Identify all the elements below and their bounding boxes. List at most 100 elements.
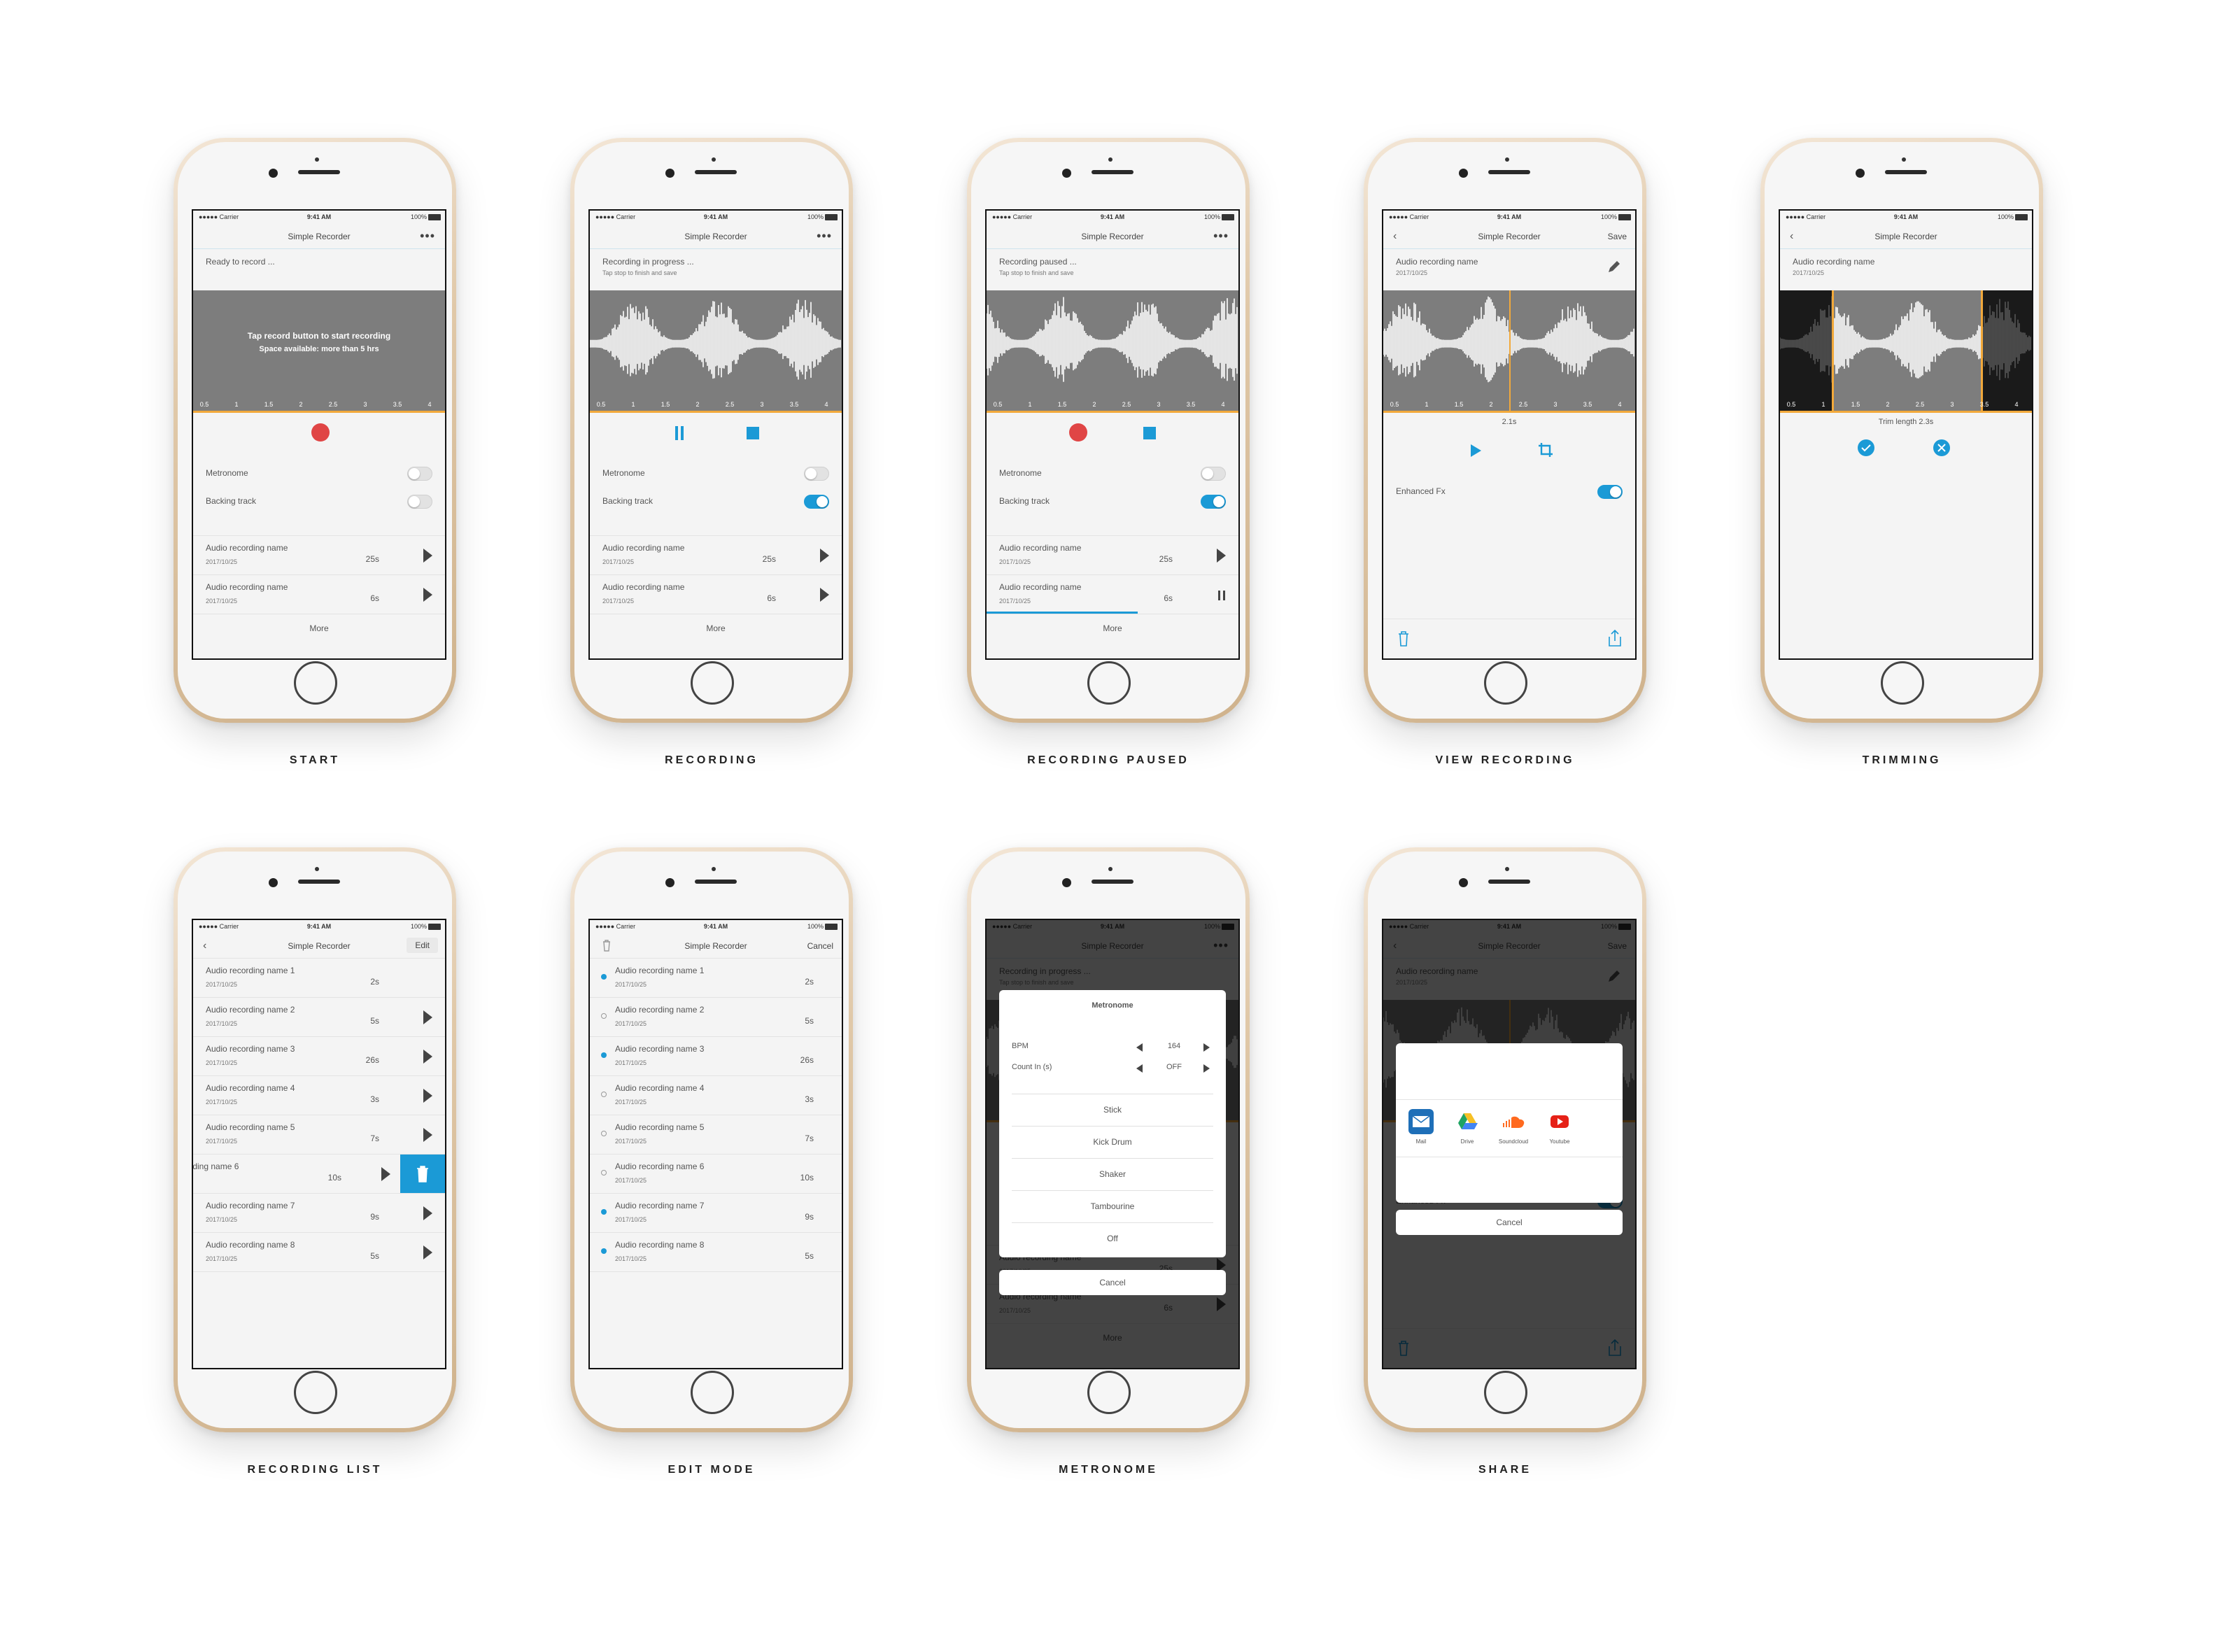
share-target-soundcloud[interactable]: Soundcloud bbox=[1495, 1109, 1532, 1145]
cancel-x-icon[interactable] bbox=[1933, 439, 1951, 460]
backing-track-toggle[interactable] bbox=[1201, 495, 1226, 509]
pencil-icon[interactable] bbox=[1606, 258, 1623, 278]
count-in-decrease-arrow[interactable] bbox=[1136, 1064, 1143, 1073]
waveform-panel[interactable]: 0.5 1 1.5 2 2.5 3 3.5 4 bbox=[590, 290, 842, 413]
list-item[interactable]: Audio recording name 6 2017/10/25 10s bbox=[590, 1154, 842, 1193]
more-menu-button[interactable]: ••• bbox=[817, 229, 832, 243]
sound-option[interactable]: Off bbox=[1012, 1222, 1213, 1254]
home-button[interactable] bbox=[1087, 661, 1131, 705]
play-icon[interactable] bbox=[820, 549, 829, 563]
playhead[interactable] bbox=[1509, 290, 1511, 411]
stop-button[interactable] bbox=[747, 427, 759, 439]
stop-button[interactable] bbox=[1143, 427, 1156, 439]
play-icon[interactable] bbox=[1469, 443, 1483, 462]
trash-icon[interactable] bbox=[1396, 630, 1411, 651]
back-chevron-icon[interactable]: ‹ bbox=[1790, 230, 1793, 243]
list-item[interactable]: Audio recording name 3 2017/10/25 26s bbox=[193, 1036, 445, 1075]
bpm-increase-arrow[interactable] bbox=[1203, 1043, 1210, 1052]
play-icon[interactable] bbox=[423, 1010, 432, 1024]
pause-button[interactable] bbox=[674, 426, 685, 440]
home-button[interactable] bbox=[1881, 661, 1924, 705]
cancel-button[interactable]: Cancel bbox=[1396, 1210, 1623, 1235]
cancel-button[interactable]: Cancel bbox=[999, 1270, 1226, 1295]
more-button[interactable]: More bbox=[987, 614, 1238, 642]
share-target-mail[interactable]: Mail bbox=[1403, 1109, 1439, 1145]
home-button[interactable] bbox=[691, 1371, 734, 1414]
list-item[interactable]: Audio recording name 4 2017/10/25 3s bbox=[193, 1075, 445, 1115]
select-indicator[interactable] bbox=[601, 1209, 607, 1215]
play-icon[interactable] bbox=[423, 1245, 432, 1259]
sound-option[interactable]: Kick Drum bbox=[1012, 1126, 1213, 1157]
play-icon[interactable] bbox=[423, 1128, 432, 1142]
list-item[interactable]: Audio recording name 8 2017/10/25 5s bbox=[590, 1232, 842, 1271]
backing-track-toggle[interactable] bbox=[407, 495, 432, 509]
home-button[interactable] bbox=[1484, 1371, 1527, 1414]
list-item[interactable]: Audio recording name 1 2017/10/25 2s bbox=[193, 958, 445, 997]
select-indicator[interactable] bbox=[601, 1013, 607, 1019]
home-button[interactable] bbox=[294, 1371, 337, 1414]
list-item[interactable]: Audio recording name 3 2017/10/25 26s bbox=[590, 1036, 842, 1075]
list-item[interactable]: Audio recording name 2017/10/25 6s bbox=[987, 574, 1238, 614]
count-in-increase-arrow[interactable] bbox=[1203, 1064, 1210, 1073]
share-target-youtube[interactable]: Youtube bbox=[1541, 1109, 1578, 1145]
waveform-panel[interactable]: 0.5 1 1.5 2 2.5 3 3.5 4 bbox=[1383, 290, 1635, 413]
play-icon[interactable] bbox=[381, 1167, 390, 1181]
select-indicator[interactable] bbox=[601, 1052, 607, 1058]
list-item[interactable]: Audio recording name 5 2017/10/25 7s bbox=[590, 1115, 842, 1154]
list-item[interactable]: Audio recording name 7 2017/10/25 9s bbox=[590, 1193, 842, 1232]
enhanced-fx-toggle[interactable] bbox=[1597, 485, 1623, 499]
more-menu-button[interactable]: ••• bbox=[1213, 229, 1229, 243]
play-icon[interactable] bbox=[1217, 549, 1226, 563]
sound-option[interactable]: Stick bbox=[1012, 1094, 1213, 1125]
trim-selection[interactable] bbox=[1832, 290, 1983, 411]
list-item[interactable]: ecording name 6510s bbox=[193, 1154, 445, 1194]
metronome-toggle[interactable] bbox=[407, 467, 432, 481]
more-button[interactable]: More bbox=[193, 614, 445, 642]
select-indicator[interactable] bbox=[601, 1131, 607, 1136]
play-icon[interactable] bbox=[423, 1089, 432, 1103]
list-item[interactable]: Audio recording name 2017/10/25 25s bbox=[193, 535, 445, 574]
waveform-panel[interactable]: 0.5 1 1.5 2 2.5 3 3.5 4 bbox=[1780, 290, 2032, 413]
metronome-toggle[interactable] bbox=[1201, 467, 1226, 481]
list-item[interactable]: Audio recording name 2017/10/25 6s bbox=[193, 574, 445, 614]
select-indicator[interactable] bbox=[601, 1092, 607, 1097]
list-item[interactable]: Audio recording name 2017/10/25 25s bbox=[987, 535, 1238, 574]
share-icon[interactable] bbox=[1607, 629, 1623, 651]
list-item[interactable]: Audio recording name 4 2017/10/25 3s bbox=[590, 1075, 842, 1115]
home-button[interactable] bbox=[294, 661, 337, 705]
list-item[interactable]: Audio recording name 7 2017/10/25 9s bbox=[193, 1193, 445, 1232]
select-indicator[interactable] bbox=[601, 1170, 607, 1176]
list-item[interactable]: Audio recording name 8 2017/10/25 5s bbox=[193, 1232, 445, 1271]
home-button[interactable] bbox=[691, 661, 734, 705]
list-item[interactable]: Audio recording name 2017/10/25 6s bbox=[590, 574, 842, 614]
pause-icon[interactable] bbox=[1217, 591, 1226, 600]
play-icon[interactable] bbox=[423, 588, 432, 602]
confirm-check-icon[interactable] bbox=[1857, 439, 1875, 460]
metronome-toggle[interactable] bbox=[804, 467, 829, 481]
backing-track-toggle[interactable] bbox=[804, 495, 829, 509]
more-button[interactable]: More bbox=[590, 614, 842, 642]
share-target-drive[interactable]: Drive bbox=[1449, 1109, 1485, 1145]
list-item[interactable]: Audio recording name 1 2017/10/25 2s bbox=[590, 958, 842, 997]
home-button[interactable] bbox=[1087, 1371, 1131, 1414]
bpm-decrease-arrow[interactable] bbox=[1136, 1043, 1143, 1052]
waveform-panel[interactable]: Tap record button to start recording Spac… bbox=[193, 290, 445, 413]
sound-option[interactable]: Tambourine bbox=[1012, 1190, 1213, 1222]
play-icon[interactable] bbox=[423, 1050, 432, 1064]
list-item[interactable]: Audio recording name 2017/10/25 25s bbox=[590, 535, 842, 574]
more-menu-button[interactable]: ••• bbox=[420, 229, 435, 243]
swipe-delete-button[interactable] bbox=[400, 1155, 445, 1194]
back-chevron-icon[interactable]: ‹ bbox=[203, 940, 206, 952]
play-icon[interactable] bbox=[423, 549, 432, 563]
save-button[interactable]: Save bbox=[1608, 232, 1627, 241]
record-button[interactable] bbox=[311, 423, 330, 442]
edit-button[interactable]: Edit bbox=[407, 938, 438, 953]
waveform-panel[interactable]: 0.5 1 1.5 2 2.5 3 3.5 4 bbox=[987, 290, 1238, 413]
select-indicator[interactable] bbox=[601, 1248, 607, 1254]
trash-icon[interactable] bbox=[600, 938, 614, 954]
cancel-button[interactable]: Cancel bbox=[807, 941, 833, 951]
list-item[interactable]: Audio recording name 2 2017/10/25 5s bbox=[193, 997, 445, 1036]
list-item[interactable]: Audio recording name 5 2017/10/25 7s bbox=[193, 1115, 445, 1154]
sound-option[interactable]: Shaker bbox=[1012, 1158, 1213, 1189]
crop-icon[interactable] bbox=[1537, 442, 1554, 462]
